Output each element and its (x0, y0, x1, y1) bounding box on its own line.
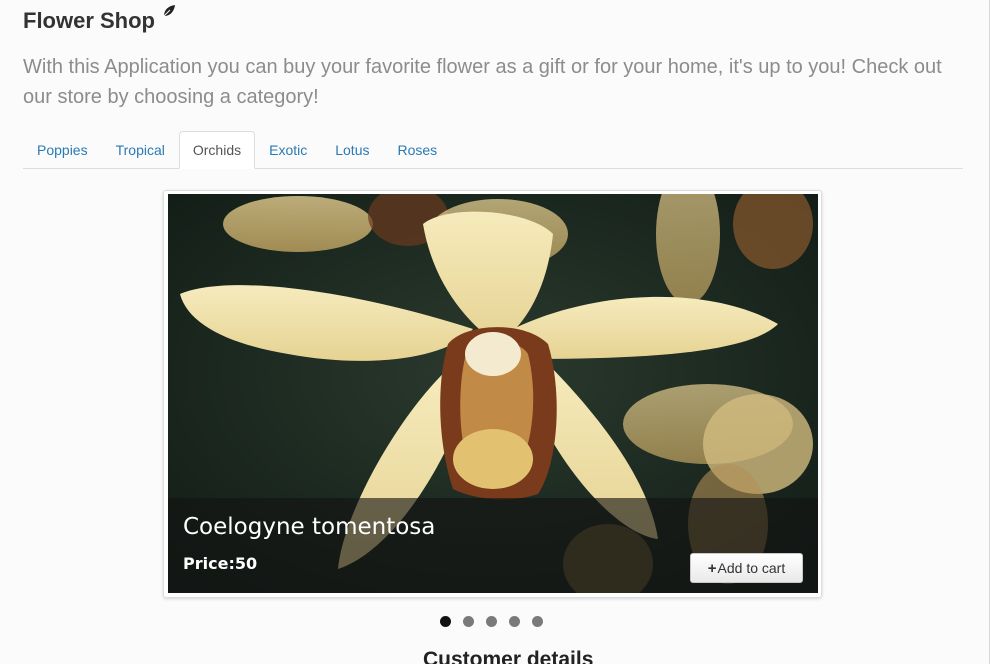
tab-orchids[interactable]: Orchids (178, 131, 256, 169)
carousel-slide: Coelogyne tomentosa Price:50 + Add to ca… (168, 194, 818, 593)
customer-details-heading: Customer details (423, 648, 594, 664)
tab-exotic[interactable]: Exotic (255, 131, 321, 168)
intro-text: With this Application you can buy your f… (23, 56, 942, 108)
slide-caption: Coelogyne tomentosa Price:50 + Add to ca… (168, 498, 818, 593)
tab-roses[interactable]: Roses (383, 131, 451, 168)
leaf-icon (162, 4, 176, 18)
flower-name: Coelogyne tomentosa (183, 514, 436, 540)
tab-tropical[interactable]: Tropical (102, 131, 179, 168)
flower-price: Price:50 (183, 554, 258, 573)
plus-icon: + (707, 559, 717, 577)
flower-carousel: Coelogyne tomentosa Price:50 + Add to ca… (163, 190, 822, 598)
add-to-cart-button[interactable]: + Add to cart (690, 553, 803, 583)
carousel-indicators (440, 616, 555, 627)
site-title: Flower Shop (23, 8, 155, 33)
category-tabs: Poppies Tropical Orchids Exotic Lotus Ro… (23, 131, 963, 169)
carousel-indicator-5[interactable] (532, 616, 543, 627)
tab-poppies[interactable]: Poppies (23, 131, 102, 168)
page: Flower Shop With this Application you ca… (0, 0, 990, 664)
carousel-indicator-1[interactable] (440, 616, 451, 627)
carousel-indicator-4[interactable] (509, 616, 520, 627)
carousel-indicator-2[interactable] (463, 616, 474, 627)
header: Flower Shop (23, 4, 176, 36)
carousel-indicator-3[interactable] (486, 616, 497, 627)
add-to-cart-label: Add to cart (717, 560, 786, 576)
tab-lotus[interactable]: Lotus (321, 131, 383, 168)
